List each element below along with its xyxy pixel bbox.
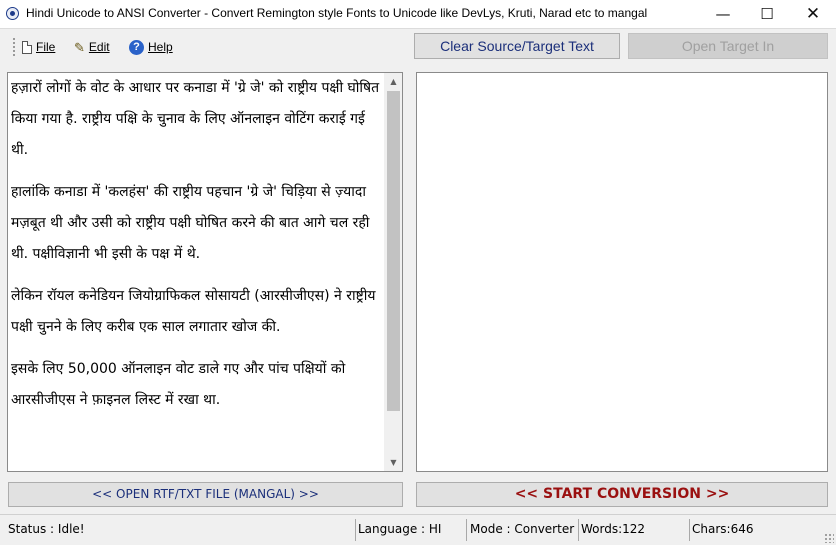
open-file-button[interactable]: << OPEN RTF/TXT FILE (MANGAL) >>: [8, 482, 403, 507]
status-divider: [578, 519, 579, 541]
maximize-button[interactable]: ☐: [744, 0, 790, 28]
mode-text: Mode : Converter: [470, 522, 575, 536]
status-divider: [355, 519, 356, 541]
word-count: Words:122: [581, 522, 646, 536]
source-paragraph: इसके लिए 50,000 ऑनलाइन वोट डाले गए और पा…: [11, 361, 346, 408]
menu-edit[interactable]: ✎ Edit: [74, 38, 110, 56]
start-conversion-button[interactable]: << START CONVERSION >>: [416, 482, 828, 507]
source-paragraph: लेकिन रॉयल कनेडियन जियोग्राफिकल सोसायटी …: [11, 288, 376, 335]
pencil-icon: ✎: [74, 39, 85, 55]
menu-help[interactable]: ? Help: [129, 38, 173, 56]
close-button[interactable]: ✕: [790, 0, 836, 28]
title-bar: Hindi Unicode to ANSI Converter - Conver…: [0, 0, 836, 29]
scroll-up-icon[interactable]: ▲: [385, 73, 402, 90]
app-icon[interactable]: [6, 7, 19, 20]
menu-grip: [13, 38, 18, 56]
clear-text-button[interactable]: Clear Source/Target Text: [414, 33, 620, 59]
file-icon: [22, 40, 32, 54]
resize-grip-icon[interactable]: [824, 533, 834, 543]
menu-file-label: File: [36, 40, 56, 54]
open-target-button[interactable]: Open Target In: [628, 33, 828, 59]
status-divider: [466, 519, 467, 541]
status-bar: Status : Idle! Language : HI Mode : Conv…: [0, 514, 836, 545]
scroll-thumb[interactable]: [387, 91, 400, 411]
status-divider: [689, 519, 690, 541]
source-paragraph: हालांकि कनाडा में 'कलहंस' की राष्ट्रीय प…: [11, 184, 370, 262]
language-text: Language : HI: [358, 522, 442, 536]
minimize-button[interactable]: —: [700, 0, 746, 28]
status-text: Status : Idle!: [8, 522, 85, 536]
menu-edit-label: Edit: [88, 40, 110, 54]
menu-help-label: Help: [148, 40, 173, 54]
char-count: Chars:646: [692, 522, 754, 536]
source-paragraph: हज़ारों लोगों के वोट के आधार पर कनाडा मे…: [11, 80, 380, 158]
source-text-area[interactable]: हज़ारों लोगों के वोट के आधार पर कनाडा मे…: [7, 72, 403, 472]
window-title: Hindi Unicode to ANSI Converter - Conver…: [26, 6, 648, 20]
source-text-content: हज़ारों लोगों के वोट के आधार पर कनाडा मे…: [11, 73, 381, 427]
help-icon: ?: [129, 39, 144, 55]
source-scrollbar[interactable]: ▲ ▼: [384, 73, 402, 471]
menu-file[interactable]: File: [22, 38, 55, 56]
target-text-area[interactable]: [416, 72, 828, 472]
scroll-down-icon[interactable]: ▼: [385, 454, 402, 471]
